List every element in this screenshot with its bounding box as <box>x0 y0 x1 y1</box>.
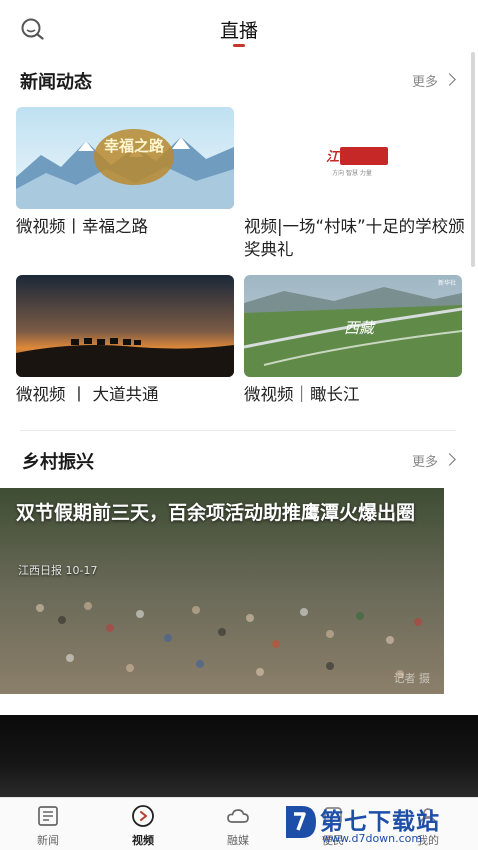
top-bar: 直播 <box>0 0 478 56</box>
tab-label: 视频 <box>132 834 154 847</box>
tab-label: 融媒 <box>227 834 249 847</box>
thumbnail-tibet[interactable]: 西藏 新华社 <box>244 275 462 377</box>
site-watermark: 第七下载站 www.d7down.com <box>278 798 478 850</box>
card-caption[interactable]: 微视频丨幸福之路 <box>16 215 238 238</box>
thumbnail-corner-text: 新华社 <box>438 279 456 287</box>
tab-news[interactable]: 新闻 <box>18 804 78 848</box>
news-icon <box>38 806 58 826</box>
chevron-right-icon[interactable] <box>443 453 456 466</box>
more-link[interactable]: 更多 <box>412 71 438 90</box>
thumbnail-jiangxi-video[interactable]: 江西视频 方向 智慧 力量 <box>244 107 462 209</box>
active-tab-indicator <box>233 44 245 47</box>
thumbnail-desert-sunset[interactable] <box>16 275 234 377</box>
card-caption[interactable]: 微视频 丨 大道共通 <box>16 383 238 406</box>
site-logo-icon <box>286 806 316 838</box>
news-card[interactable]: 微视频 丨 大道共通 <box>16 275 238 415</box>
page-title[interactable]: 直播 <box>0 16 478 43</box>
thumbnail-happy-road[interactable]: 幸福之路 <box>16 107 234 209</box>
section-title: 乡村振兴 <box>22 452 94 473</box>
hero-article[interactable]: 双节假期前三天，百余项活动助推鹰潭火爆出圈 江西日报 10-17 记者 摄 <box>0 488 444 694</box>
hero-meta: 江西日报 10-17 <box>18 564 98 577</box>
news-card[interactable]: 西藏 新华社 微视频｜瞰长江 <box>244 275 466 415</box>
card-caption[interactable]: 视频|一场“村味”十足的学校颁奖典礼 <box>244 215 466 261</box>
site-watermark-url: www.d7down.com <box>322 832 423 845</box>
cloud-icon <box>227 809 249 823</box>
card-caption[interactable]: 微视频｜瞰长江 <box>244 383 466 406</box>
thumbnail-sub-text: 方向 智慧 力量 <box>332 169 372 177</box>
hero-watermark: 记者 摄 <box>393 672 431 685</box>
section-header-news: 新闻动态 更多 <box>0 68 478 98</box>
hero-headline[interactable]: 双节假期前三天，百余项活动助推鹰潭火爆出圈 <box>16 498 436 528</box>
more-link[interactable]: 更多 <box>412 451 438 470</box>
video-preview[interactable] <box>0 715 478 797</box>
tab-video[interactable]: 视频 <box>113 804 173 848</box>
thumbnail-title-text: 幸福之路 <box>104 137 165 155</box>
section-header-rural: 乡村振兴 更多 <box>0 448 478 478</box>
video-play-icon <box>132 805 154 827</box>
tab-media[interactable]: 融媒 <box>208 804 268 848</box>
news-card[interactable]: 幸福之路 微视频丨幸福之路 <box>16 107 238 257</box>
tab-label: 新闻 <box>37 834 59 847</box>
section-divider <box>20 430 456 431</box>
chevron-right-icon[interactable] <box>443 73 456 86</box>
thumbnail-logo-text: 江西视频 <box>326 149 381 165</box>
section-title: 新闻动态 <box>20 72 92 93</box>
news-card[interactable]: 江西视频 方向 智慧 力量 视频|一场“村味”十足的学校颁奖典礼 <box>244 107 466 259</box>
site-watermark-name: 第七下载站 <box>320 809 440 835</box>
thumbnail-title-text: 西藏 <box>344 319 377 337</box>
